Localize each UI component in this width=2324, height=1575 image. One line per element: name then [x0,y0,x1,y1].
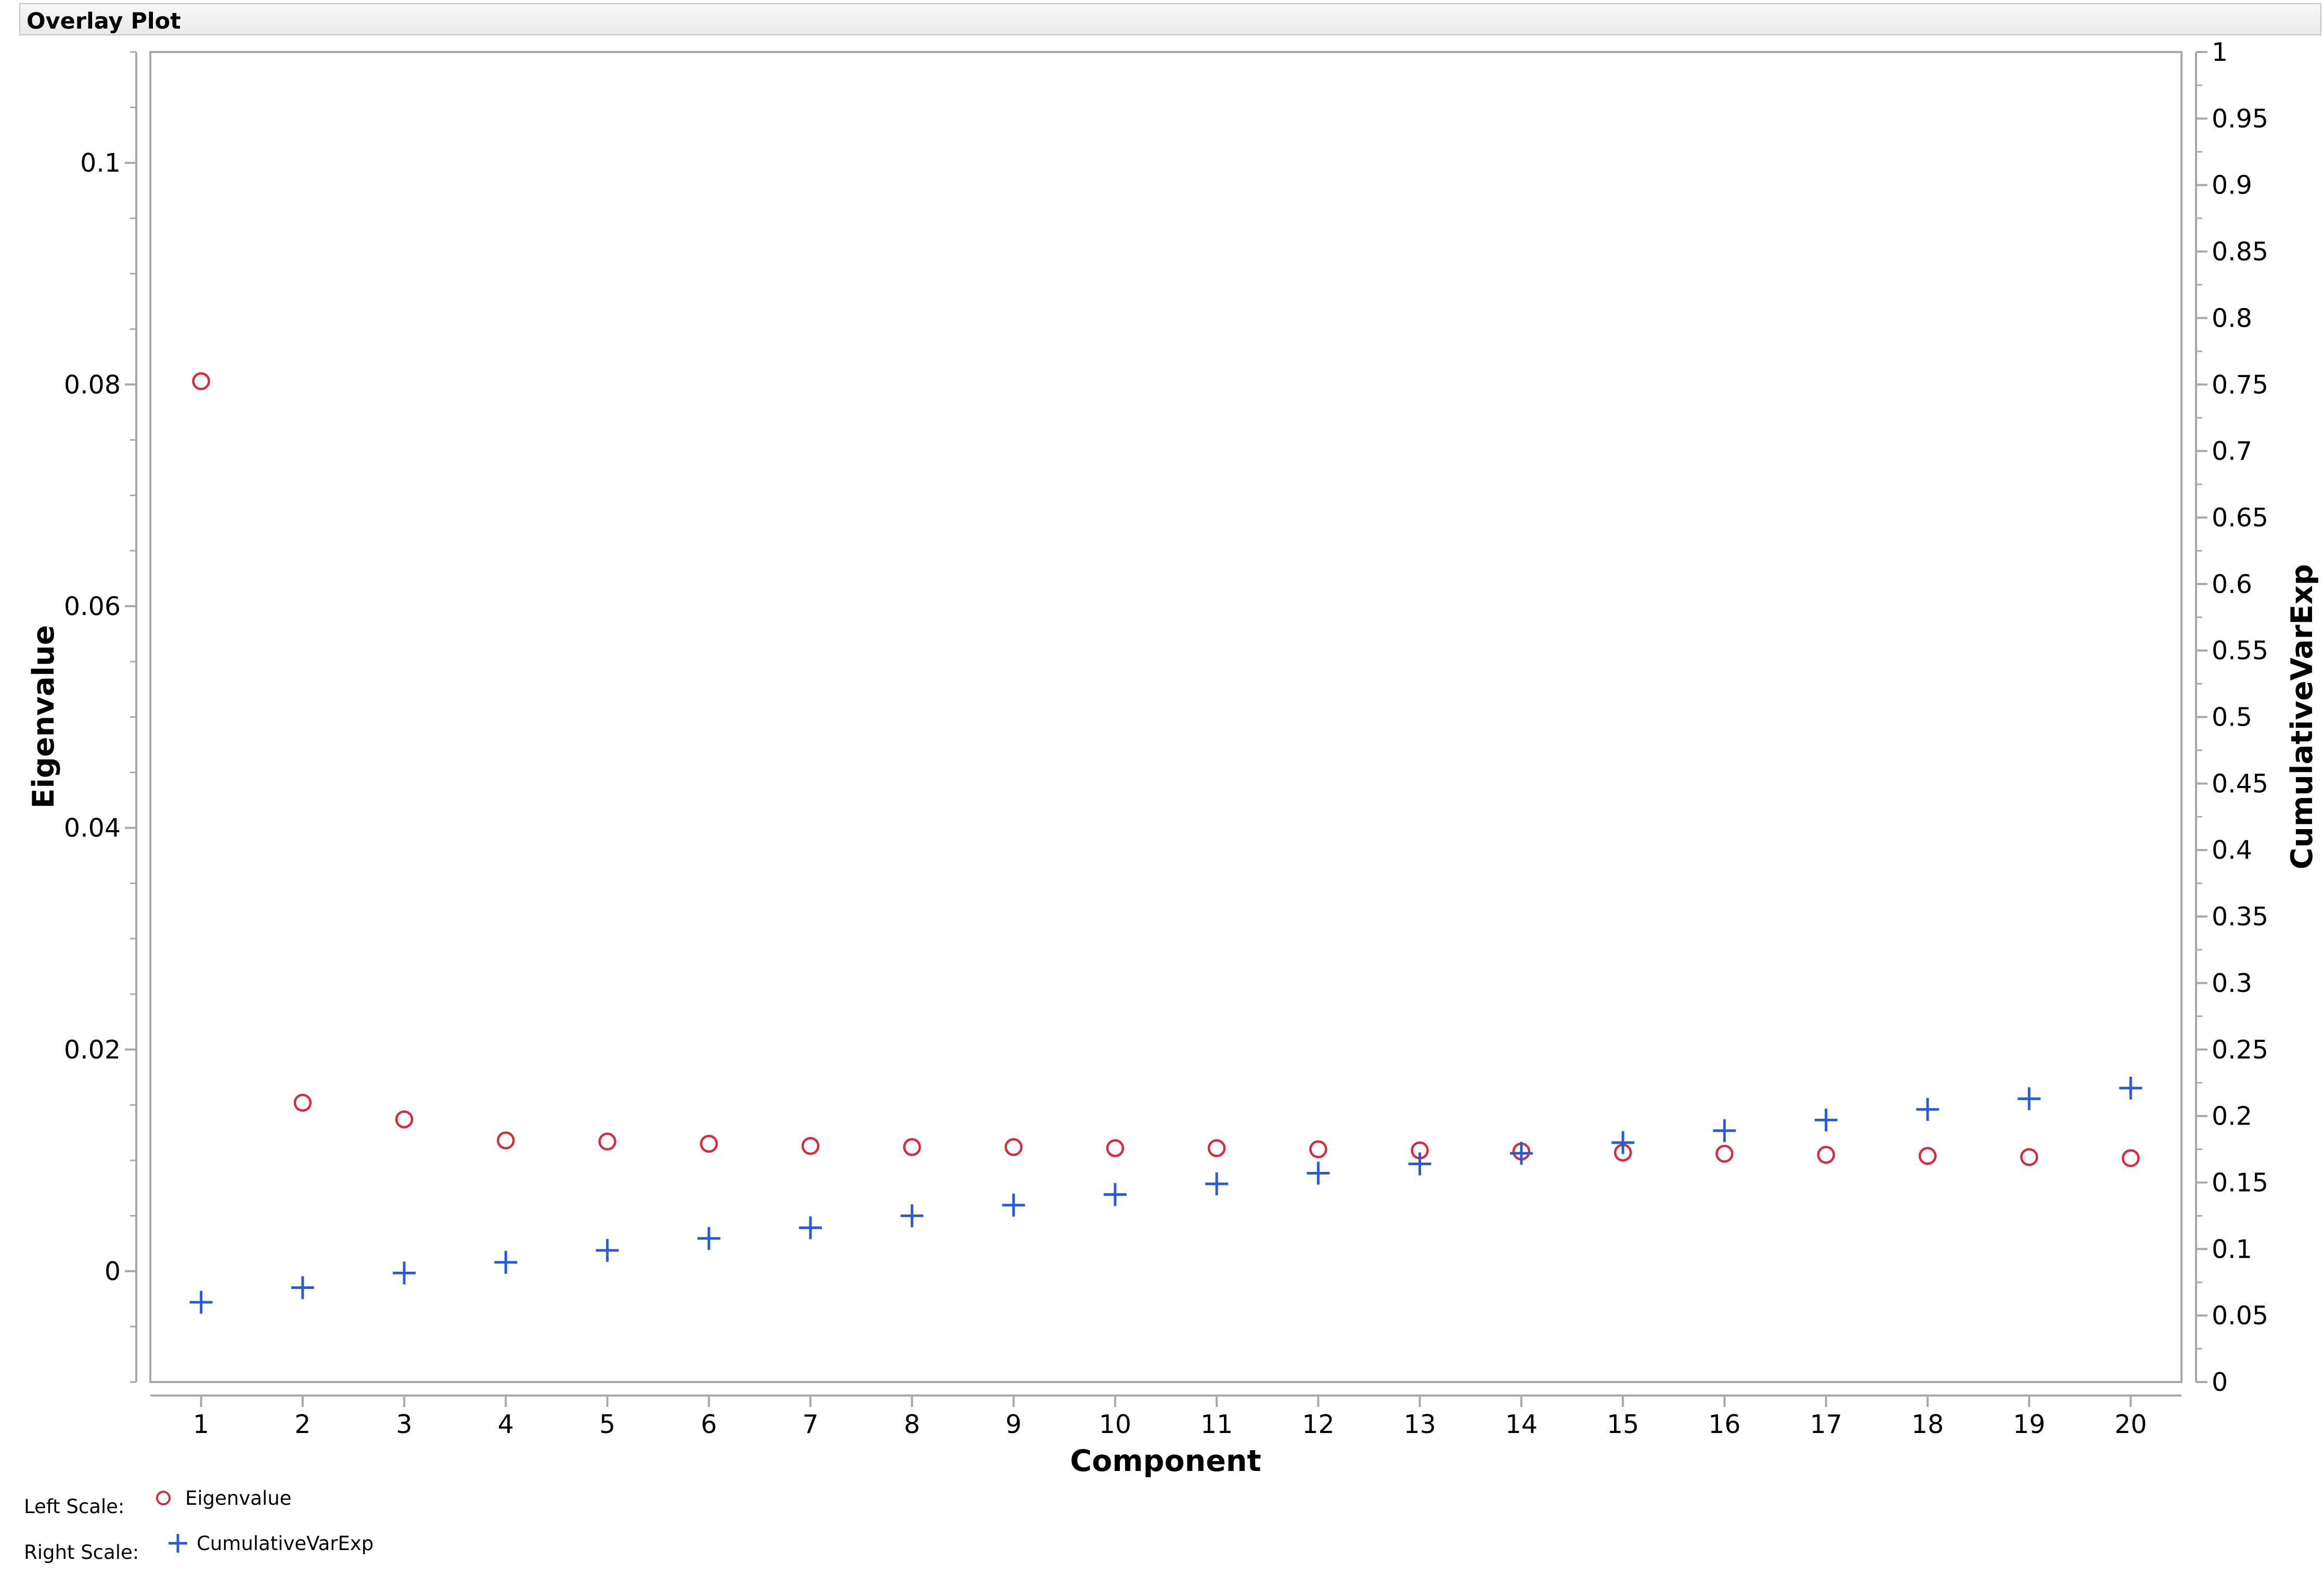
cumulativevarexp-point [697,1227,720,1250]
right-tick-label: 1 [2212,37,2228,67]
right-tick-label: 0.05 [2212,1301,2268,1331]
eigenvalue-point [1106,1139,1125,1157]
right-tick-label: 0.9 [2212,171,2252,200]
eigenvalue-point [2020,1148,2038,1166]
legend-circle-icon [156,1491,171,1505]
x-tick-label: 10 [1099,1410,1131,1439]
x-tick-label: 19 [2013,1410,2045,1439]
legend-right-scale-label: Right Scale: [24,1541,139,1564]
legend-eigenvalue-label: Eigenvalue [185,1487,291,1509]
right-tick-label: 0.5 [2212,703,2252,732]
eigenvalue-point [700,1134,718,1153]
eigenvalue-point [801,1137,820,1155]
plot-frame [149,51,2183,1383]
right-tick-label: 0 [2212,1367,2228,1397]
x-tick-label: 1 [193,1410,209,1439]
cumulativevarexp-point [1814,1108,1838,1132]
cumulativevarexp-point [1408,1152,1431,1176]
x-tick-label: 15 [1607,1410,1639,1439]
legend-plus-icon [169,1534,187,1553]
cumulativevarexp-point [291,1276,314,1299]
cumulativevarexp-point [1103,1183,1127,1206]
x-tick-label: 18 [1912,1410,1944,1439]
right-tick-label: 0.45 [2212,769,2268,798]
eigenvalue-point [598,1132,616,1151]
eigenvalue-point [1207,1139,1226,1157]
eigenvalue-point [903,1138,921,1156]
left-axis-title: Eigenvalue [27,625,61,809]
cumulativevarexp-point [1916,1098,1939,1121]
x-tick-label: 2 [294,1410,311,1439]
cumulativevarexp-point [494,1250,518,1274]
left-tick-label: 0.08 [64,370,121,399]
x-tick-label: 4 [498,1410,514,1439]
right-tick-label: 0.15 [2212,1168,2268,1197]
x-tick-label: 12 [1302,1410,1334,1439]
x-tick-label: 5 [599,1410,615,1439]
x-tick-label: 6 [701,1410,717,1439]
cumulativevarexp-point [2018,1087,2041,1111]
cumulativevarexp-point [1002,1193,1025,1217]
x-tick-label: 13 [1403,1410,1436,1439]
cumulativevarexp-point [1205,1172,1229,1196]
eigenvalue-point [395,1110,414,1129]
eigenvalue-point [2122,1149,2140,1167]
x-axis-title: Component [1070,1444,1261,1478]
right-tick-label: 0.1 [2212,1234,2252,1264]
eigenvalue-point [1004,1138,1023,1156]
x-tick-label: 20 [2114,1410,2147,1439]
x-tick-label: 7 [803,1410,819,1439]
right-tick-label: 0.95 [2212,104,2268,134]
x-tick-label: 11 [1200,1410,1233,1439]
right-axis-title: CumulativeVarExp [2285,564,2319,869]
right-tick-label: 0.85 [2212,237,2268,267]
left-axis-ticks: 0 0.02 0.04 0.06 0.08 0.1 [64,51,136,1383]
eigenvalue-point [1309,1140,1327,1158]
right-tick-label: 0.3 [2212,969,2252,998]
right-tick-label: 0.25 [2212,1035,2268,1065]
x-tick-label: 16 [1708,1410,1740,1439]
left-tick-label: 0.02 [64,1035,121,1065]
left-tick-label: 0 [105,1257,121,1286]
right-tick-label: 0.4 [2212,835,2252,865]
data-points [189,372,2142,1314]
x-tick-label: 3 [396,1410,412,1439]
right-tick-label: 0.65 [2212,503,2268,533]
cumulativevarexp-point [1713,1119,1736,1142]
eigenvalue-point [497,1131,515,1150]
x-tick-label: 14 [1505,1410,1538,1439]
left-tick-label: 0.04 [64,814,121,843]
eigenvalue-point [192,372,210,391]
left-tick-label: 0.06 [64,591,121,621]
x-tick-label: 17 [1810,1410,1842,1439]
cumulativevarexp-point [799,1216,822,1240]
right-tick-label: 0.75 [2212,370,2268,399]
cumulativevarexp-point [1509,1142,1533,1165]
right-tick-label: 0.55 [2212,636,2268,666]
cumulativevarexp-point [393,1261,416,1285]
overlay-plot-chart: 0 0.02 0.04 0.06 0.08 0.1 0 0.05 0.1 0.15 0.2 0.25… [24,37,2319,1564]
eigenvalue-point [1817,1145,1835,1164]
left-tick-label: 0.1 [80,148,121,178]
eigenvalue-point [1715,1144,1734,1163]
x-tick-label: 9 [1005,1410,1022,1439]
x-axis-ticks: 1 2 3 4 5 6 7 8 9 10 11 12 13 14 15 16 17 18 19 20 [193,1396,2147,1439]
right-tick-label: 0.7 [2212,436,2252,466]
x-tick-label: 8 [904,1410,920,1439]
cumulativevarexp-point [189,1290,213,1314]
cumulativevarexp-point [900,1204,924,1228]
right-tick-label: 0.8 [2212,303,2252,333]
cumulativevarexp-point [2119,1076,2142,1100]
right-axis-ticks: 0 0.05 0.1 0.15 0.2 0.25 0.3 0.35 0.4 0.45 0.5 0.55… [2196,37,2268,1397]
cumulativevarexp-point [1307,1161,1330,1185]
eigenvalue-point [1918,1147,1937,1165]
eigenvalue-point [293,1093,312,1112]
legend-left-scale-label: Left Scale: [24,1495,124,1518]
legend-cumulativevarexp-label: CumulativeVarExp [197,1532,373,1555]
right-tick-label: 0.2 [2212,1102,2252,1131]
right-tick-label: 0.35 [2212,902,2268,932]
cumulativevarexp-point [596,1238,619,1262]
right-tick-label: 0.6 [2212,570,2252,599]
